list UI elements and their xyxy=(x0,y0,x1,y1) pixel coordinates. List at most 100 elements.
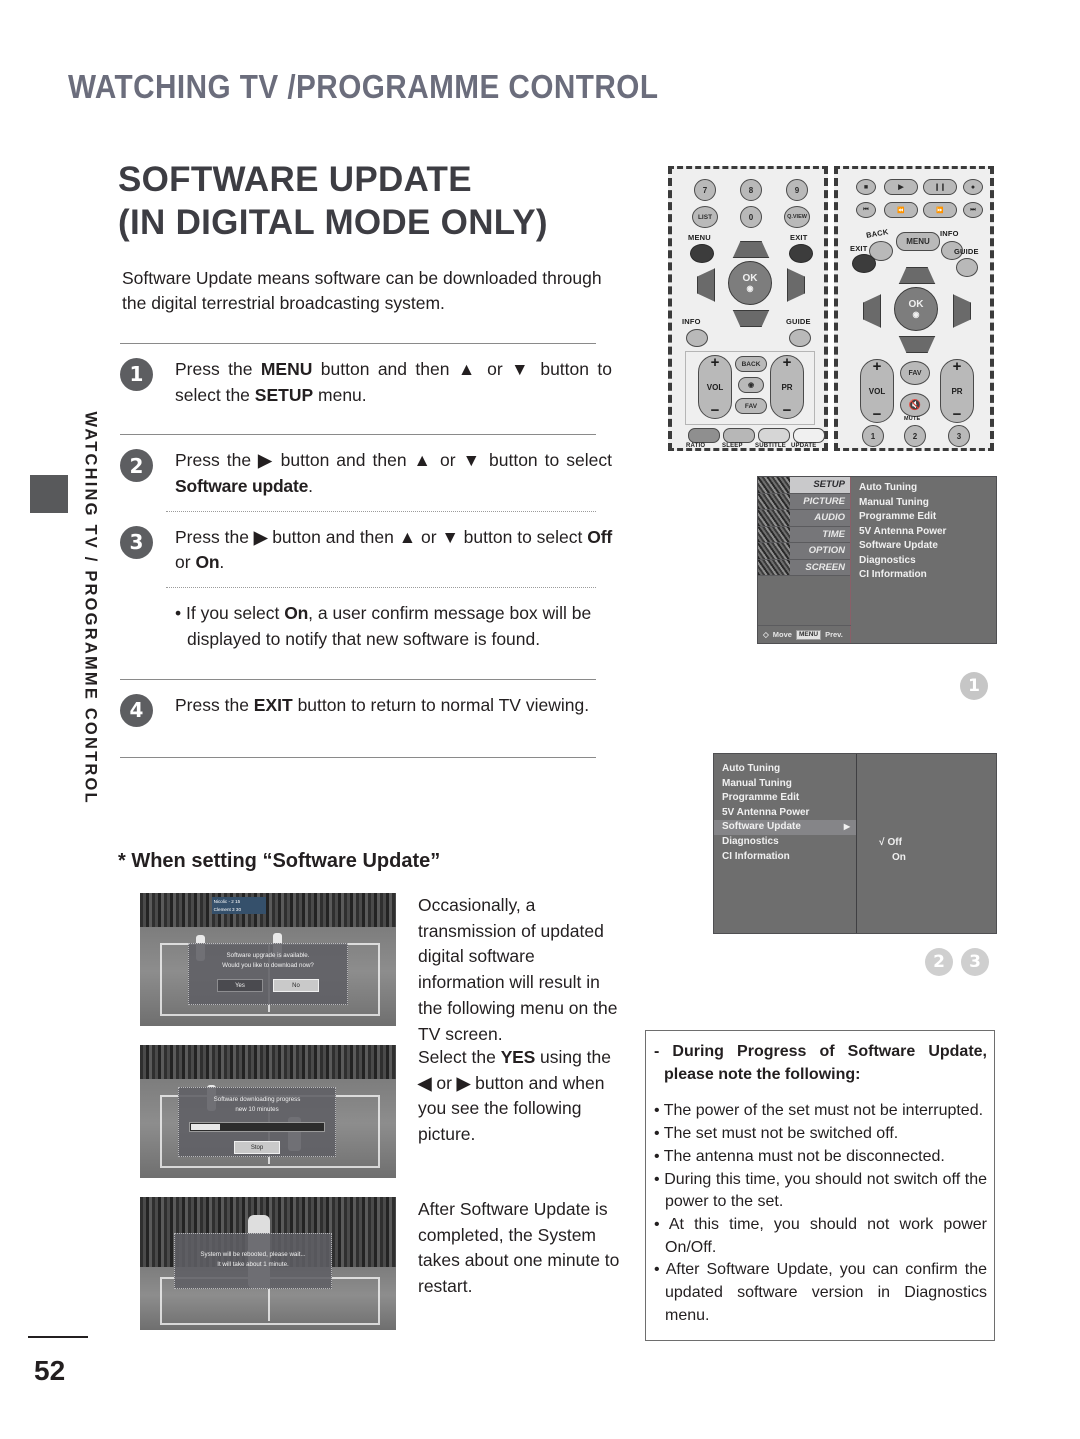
key-0[interactable]: 0 xyxy=(740,206,762,228)
step-4-text: Press the EXIT button to return to norma… xyxy=(175,694,590,715)
volume-rocker[interactable]: + VOL − xyxy=(860,359,894,423)
osd-tab-audio-label: AUDIO xyxy=(790,510,850,526)
section-intro: Software Update means software can be do… xyxy=(122,268,602,314)
osd-tab-audio[interactable]: AUDIO xyxy=(758,510,850,527)
back-button[interactable]: BACK xyxy=(735,356,767,372)
mute-button[interactable]: 🔇 xyxy=(900,393,930,417)
key-1[interactable]: 1 xyxy=(862,425,884,447)
dpad-left-icon[interactable] xyxy=(697,268,715,302)
dpad[interactable]: OK ◉ xyxy=(863,267,971,353)
fast-forward-key[interactable]: ⏩ xyxy=(923,202,957,218)
play-key[interactable]: ▶ xyxy=(884,179,918,195)
mute-label: MUTE xyxy=(904,416,921,422)
ok-dot-icon: ◉ xyxy=(912,309,920,319)
osd-sub-item-manual-tuning[interactable]: Manual Tuning xyxy=(714,777,856,792)
volume-rocker[interactable]: + VOL − xyxy=(698,355,732,419)
time-thumb-icon xyxy=(758,526,790,542)
programme-rocker[interactable]: + PR − xyxy=(940,359,974,423)
subtitle-button[interactable] xyxy=(758,428,790,443)
osd-tab-setup[interactable]: SETUP xyxy=(758,477,850,494)
dpad-up-icon[interactable] xyxy=(732,241,770,258)
power-dot-button[interactable]: ◉ xyxy=(738,377,764,393)
dpad-up-icon[interactable] xyxy=(898,267,936,284)
label: Diagnostics xyxy=(722,835,779,847)
vol-plus-icon[interactable]: + xyxy=(873,359,882,374)
key-list[interactable]: LIST xyxy=(692,206,718,228)
step-3-text: Press the ▶ button and then ▲ or ▼ butto… xyxy=(175,526,612,573)
osd-sub-item-ci-information[interactable]: CI Information xyxy=(714,850,856,865)
key-3[interactable]: 3 xyxy=(948,425,970,447)
dpad-down-icon[interactable] xyxy=(732,310,770,327)
dpad-right-icon[interactable] xyxy=(787,268,805,302)
osd-item-manual-tuning[interactable]: Manual Tuning xyxy=(859,496,996,511)
osd-sub-item-programme-edit[interactable]: Programme Edit xyxy=(714,791,856,806)
pr-minus-icon[interactable]: − xyxy=(953,407,962,422)
stop-key[interactable]: ■ xyxy=(856,179,876,195)
pr-minus-icon[interactable]: − xyxy=(783,403,792,418)
ratio-button[interactable] xyxy=(688,428,720,443)
programme-rocker[interactable]: + PR − xyxy=(770,355,804,419)
main-content-column: SOFTWARE UPDATE (IN DIGITAL MODE ONLY) S… xyxy=(118,158,618,758)
dpad-right-icon[interactable] xyxy=(953,294,971,328)
osd-item-programme-edit[interactable]: Programme Edit xyxy=(859,510,996,525)
vol-minus-icon[interactable]: − xyxy=(873,407,882,422)
update-button[interactable] xyxy=(793,428,825,443)
guide-button[interactable] xyxy=(789,329,811,347)
osd-item-5v-antenna-power[interactable]: 5V Antenna Power xyxy=(859,525,996,540)
osd-sub-item-auto-tuning[interactable]: Auto Tuning xyxy=(714,762,856,777)
vol-label: VOL xyxy=(868,386,886,396)
check-icon: √ xyxy=(879,837,885,848)
osd-tab-screen[interactable]: SCREEN xyxy=(758,559,850,576)
key-8[interactable]: 8 xyxy=(740,179,762,201)
ok-dot-icon: ◉ xyxy=(746,283,754,293)
osd-item-ci-information[interactable]: CI Information xyxy=(859,568,996,583)
fav-button[interactable]: FAV xyxy=(900,361,930,385)
sleep-button[interactable] xyxy=(723,428,755,443)
rewind-key[interactable]: ⏪ xyxy=(884,202,918,218)
no-button[interactable]: No xyxy=(273,979,319,993)
vol-minus-icon[interactable]: − xyxy=(711,403,720,418)
osd-tab-time[interactable]: TIME xyxy=(758,526,850,543)
info-button[interactable] xyxy=(686,329,708,347)
osd-sub-item-5v-antenna-power[interactable]: 5V Antenna Power xyxy=(714,806,856,821)
pause-key[interactable]: ❙❙ xyxy=(923,179,957,195)
vol-plus-icon[interactable]: + xyxy=(711,355,720,370)
yes-button[interactable]: Yes xyxy=(217,979,263,993)
osd-item-diagnostics[interactable]: Diagnostics xyxy=(859,554,996,569)
screen-thumb-icon xyxy=(758,559,790,575)
key-9[interactable]: 9 xyxy=(786,179,808,201)
skip-forward-key[interactable]: ⏭ xyxy=(963,202,983,218)
fav-button[interactable]: FAV xyxy=(735,398,767,414)
osd-item-auto-tuning[interactable]: Auto Tuning xyxy=(859,481,996,496)
osd-sub-item-software-update[interactable]: Software Update ▶ xyxy=(714,820,856,835)
osd-tab-picture[interactable]: PICTURE xyxy=(758,493,850,510)
divider-solid-mid xyxy=(120,434,596,436)
chevron-right-icon: ▶ xyxy=(843,822,850,832)
osd-option-off[interactable]: √ Off xyxy=(879,835,996,850)
dpad-left-icon[interactable] xyxy=(863,294,881,328)
osd-option-on[interactable]: On xyxy=(879,850,996,865)
skip-back-key[interactable]: ⏮ xyxy=(856,202,876,218)
ok-button[interactable]: OK ◉ xyxy=(728,261,772,305)
record-key[interactable]: ● xyxy=(963,179,983,195)
key-2[interactable]: 2 xyxy=(904,425,926,447)
download-progress-bar xyxy=(189,1122,325,1133)
option-thumb-icon xyxy=(758,543,790,559)
osd-sub-item-diagnostics[interactable]: Diagnostics xyxy=(714,835,856,850)
stop-button[interactable]: Stop xyxy=(234,1141,280,1155)
key-q-view[interactable]: Q.VIEW xyxy=(784,206,810,228)
dpad[interactable]: OK ◉ xyxy=(697,241,805,327)
osd-tab-option[interactable]: OPTION xyxy=(758,543,850,560)
osd-item-software-update[interactable]: Software Update xyxy=(859,539,996,554)
score-overlay: Nicolic - 2 15 Clement 3 30 xyxy=(211,897,266,914)
osd-option-list: √ Off On xyxy=(857,754,996,933)
back-label: BACK xyxy=(865,227,890,240)
key-7[interactable]: 7 xyxy=(694,179,716,201)
pr-plus-icon[interactable]: + xyxy=(953,359,962,374)
move-diamond-icon: ◇ xyxy=(763,630,769,639)
menu-button[interactable]: MENU xyxy=(896,232,940,251)
ok-button[interactable]: OK ◉ xyxy=(894,287,938,331)
dpad-down-icon[interactable] xyxy=(898,336,936,353)
pr-plus-icon[interactable]: + xyxy=(783,355,792,370)
confirm-dialog-buttons: Yes No xyxy=(189,979,347,993)
